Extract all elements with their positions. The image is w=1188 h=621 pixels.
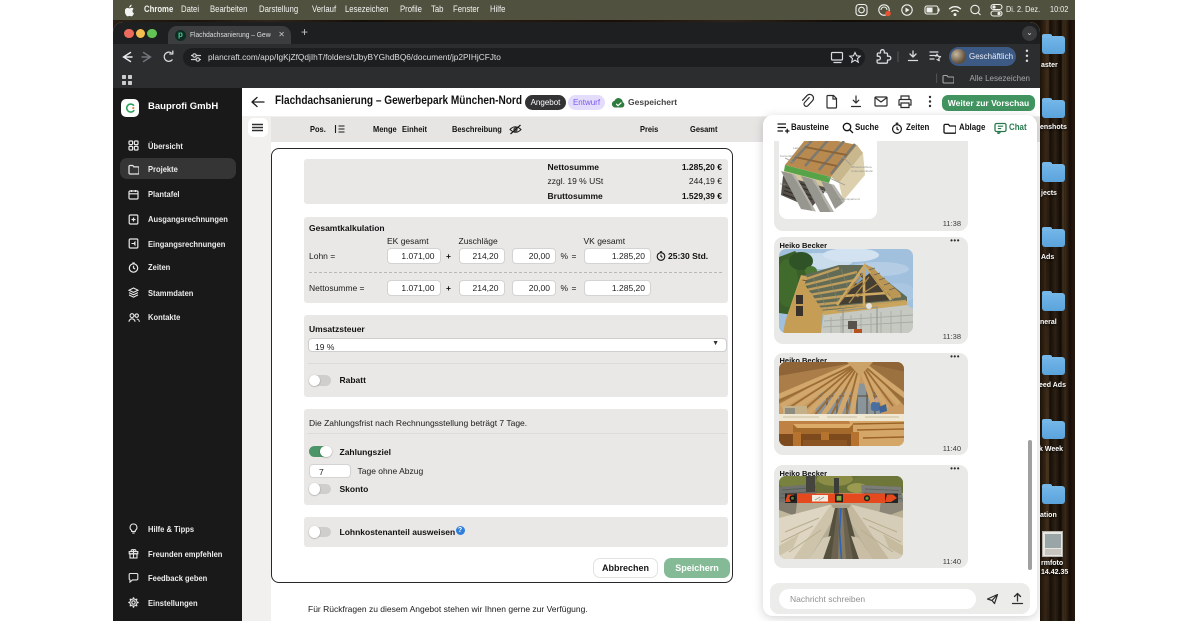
svg-text:Unterspannbahn: Unterspannbahn (851, 169, 874, 173)
svg-text:Zwischensparrend.: Zwischensparrend. (835, 197, 861, 201)
svg-text:Lattung: Lattung (793, 146, 803, 150)
svg-text:Konterlattung: Konterlattung (780, 154, 798, 158)
svg-text:Sparren: Sparren (780, 182, 791, 186)
